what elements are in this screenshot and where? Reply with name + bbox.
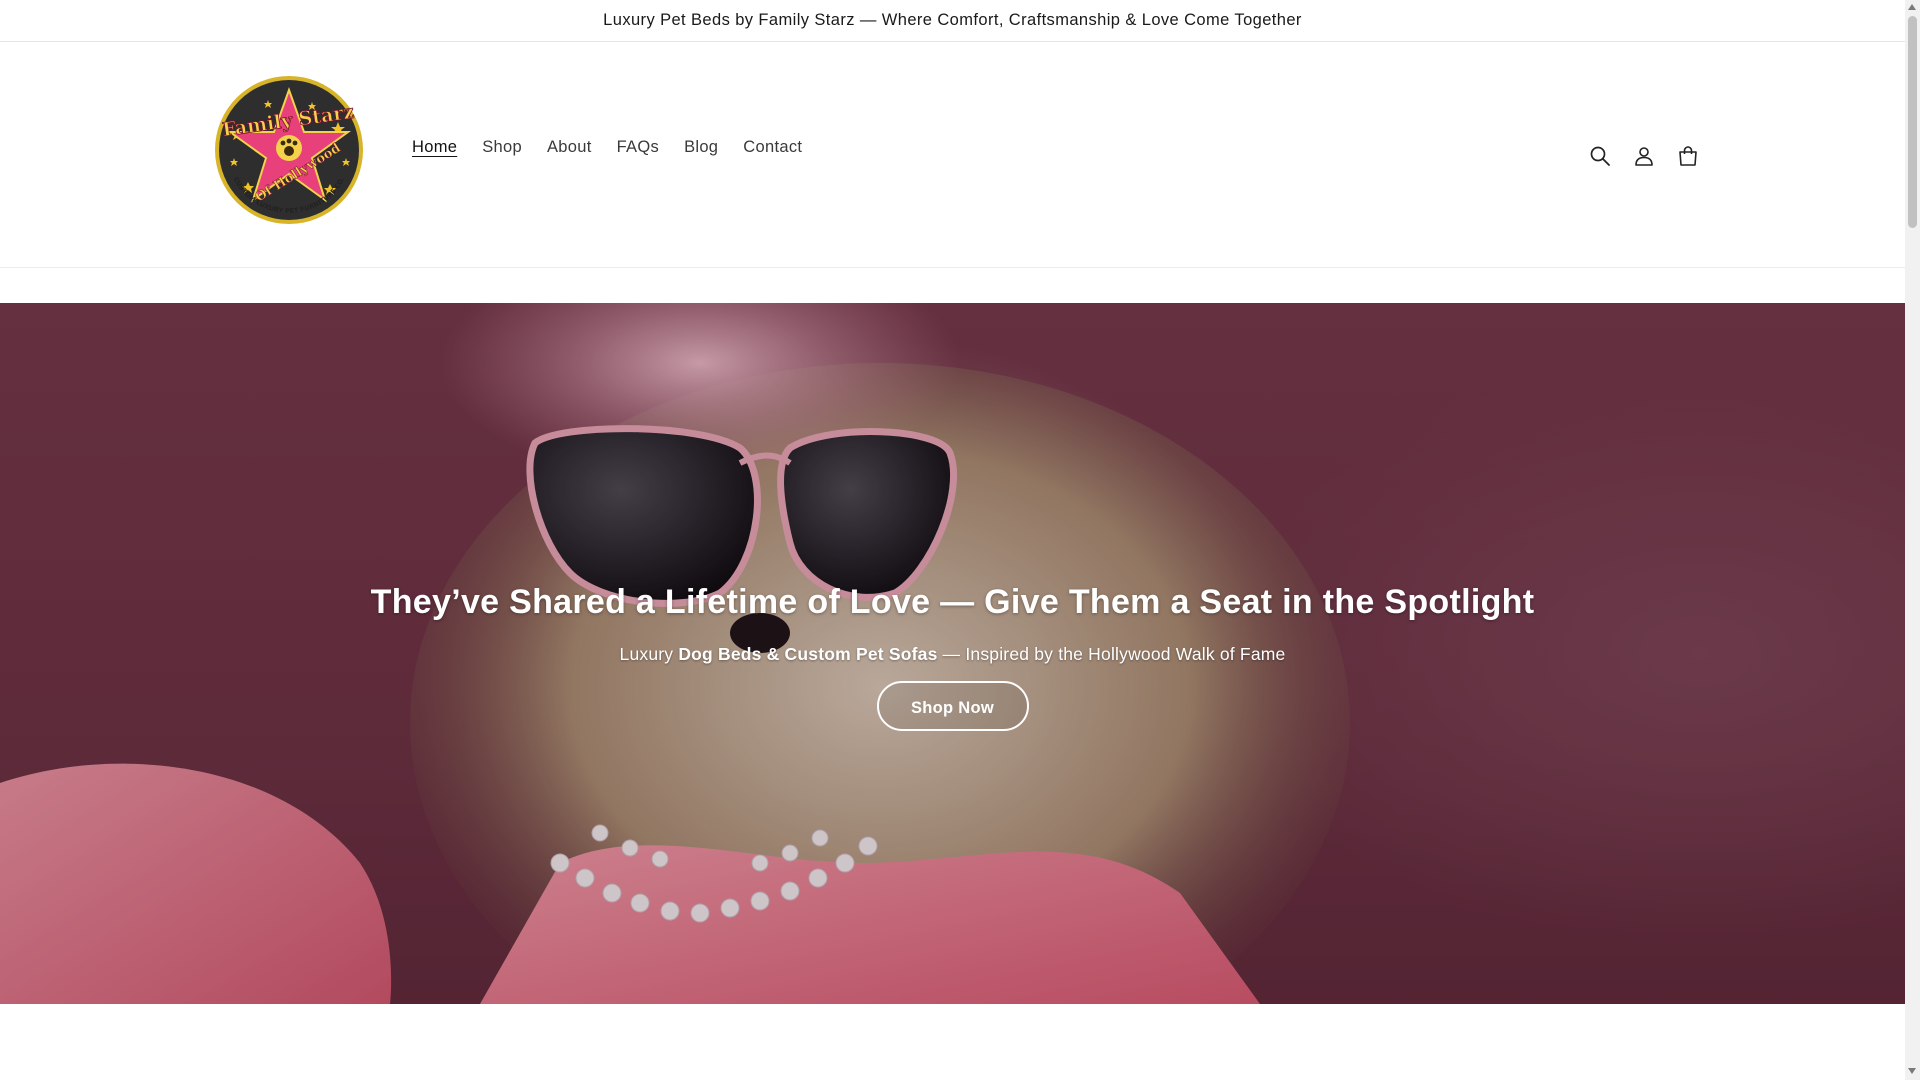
nav-about[interactable]: About — [547, 138, 592, 157]
site-header: Family Starz Of Hollywood CUSTOM LUXURY … — [0, 42, 1905, 268]
nav-faqs[interactable]: FAQs — [617, 138, 659, 157]
hero-subtitle: Luxury Dog Beds & Custom Pet Sofas — Ins… — [0, 644, 1905, 665]
cart-button[interactable] — [1666, 134, 1710, 178]
scroll-up-icon[interactable] — [1908, 4, 1916, 10]
account-icon — [1635, 147, 1653, 166]
nav-shop[interactable]: Shop — [482, 138, 522, 157]
search-icon — [1590, 146, 1610, 166]
announcement-text: Luxury Pet Beds by Family Starz — Where … — [603, 11, 1302, 29]
nav-contact[interactable]: Contact — [743, 138, 802, 157]
page: Luxury Pet Beds by Family Starz — Where … — [0, 0, 1905, 1080]
nav-home[interactable]: Home — [412, 138, 457, 157]
cart-icon — [1679, 146, 1697, 166]
scroll-down-icon[interactable] — [1908, 1068, 1916, 1074]
account-button[interactable] — [1622, 134, 1666, 178]
hero-subtitle-bold: Dog Beds & Custom Pet Sofas — [678, 644, 938, 664]
site-logo[interactable]: Family Starz Of Hollywood CUSTOM LUXURY … — [208, 72, 370, 234]
family-starz-logo-icon: Family Starz Of Hollywood CUSTOM LUXURY … — [209, 73, 369, 233]
hero-content: They’ve Shared a Lifetime of Love — Give… — [0, 583, 1905, 731]
header-spacer — [0, 268, 1905, 303]
header-icons — [1578, 134, 1710, 178]
main-nav: Home Shop About FAQs Blog Contact — [412, 138, 827, 157]
search-button[interactable] — [1578, 134, 1622, 178]
hero-subtitle-post: — Inspired by the Hollywood Walk of Fame — [937, 644, 1286, 664]
hero-banner: They’ve Shared a Lifetime of Love — Give… — [0, 303, 1905, 1004]
page-scrollbar[interactable] — [1905, 0, 1920, 1080]
announcement-bar: Luxury Pet Beds by Family Starz — Where … — [0, 0, 1905, 42]
nav-blog[interactable]: Blog — [684, 138, 718, 157]
shop-now-button[interactable]: Shop Now — [876, 681, 1029, 731]
hero-subtitle-pre: Luxury — [619, 644, 679, 664]
hero-title: They’ve Shared a Lifetime of Love — Give… — [370, 583, 1535, 621]
scrollbar-thumb[interactable] — [1908, 16, 1917, 228]
